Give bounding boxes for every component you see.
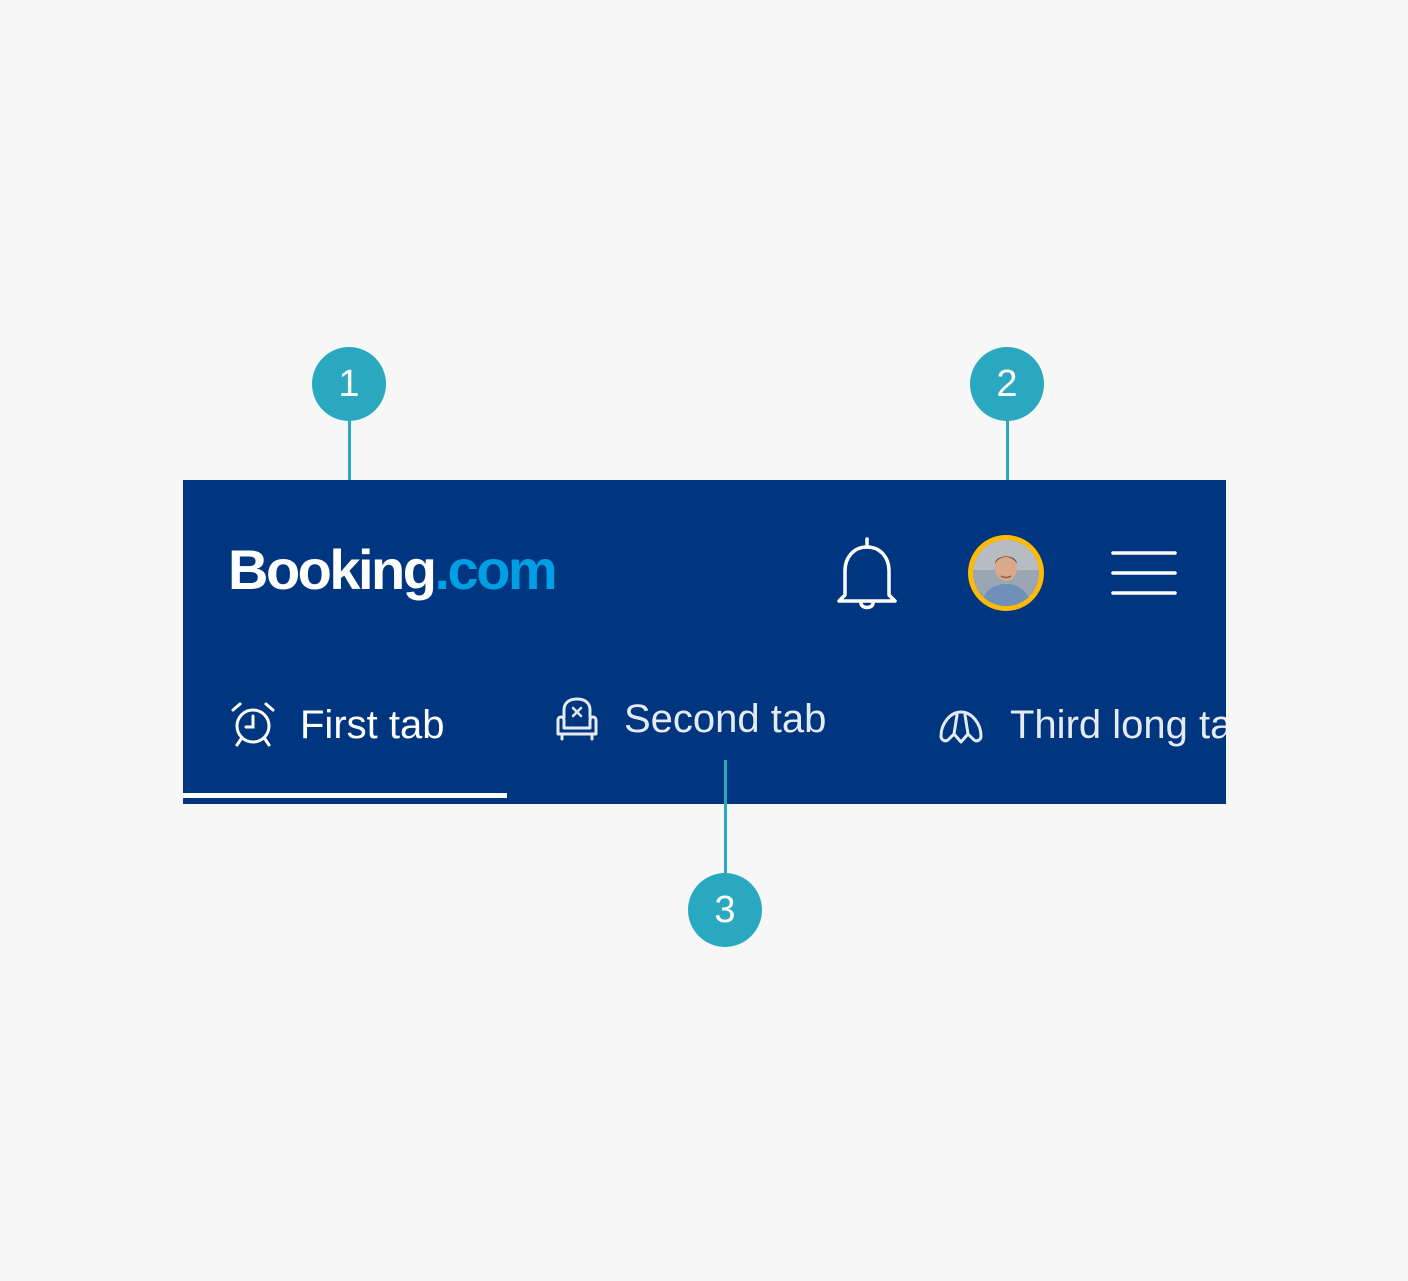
logo-suffix: .com bbox=[434, 538, 557, 601]
avatar-photo bbox=[973, 540, 1039, 606]
tab-bar: First tab Second tab Third long tab bbox=[183, 670, 1226, 804]
croissant-icon bbox=[939, 710, 983, 744]
callout-badge-3: 3 bbox=[688, 873, 762, 947]
tab-first[interactable]: First tab bbox=[183, 670, 507, 798]
selected-tab-indicator bbox=[183, 793, 507, 798]
tab-third[interactable]: Third long tab bbox=[877, 670, 1226, 798]
booking-logo[interactable]: Booking .com bbox=[228, 535, 558, 605]
tab-first-label: First tab bbox=[300, 703, 445, 747]
logo-text: Booking bbox=[228, 538, 437, 601]
hamburger-menu-icon[interactable] bbox=[1109, 548, 1179, 598]
callout-line-3 bbox=[724, 760, 727, 875]
callout-badge-1: 1 bbox=[312, 347, 386, 421]
alarm-clock-icon bbox=[231, 702, 275, 747]
tab-second-label: Second tab bbox=[624, 697, 827, 741]
callout-badge-2: 2 bbox=[970, 347, 1044, 421]
bell-icon[interactable] bbox=[835, 535, 899, 611]
canvas: Booking .com First tab Second tab Third … bbox=[0, 0, 1408, 1281]
user-avatar[interactable] bbox=[968, 535, 1044, 611]
tab-second[interactable]: Second tab bbox=[507, 670, 877, 798]
top-bar: Booking .com First tab Second tab Third … bbox=[183, 480, 1226, 804]
tab-third-label: Third long tab bbox=[1010, 703, 1226, 747]
armchair-icon bbox=[556, 697, 598, 741]
